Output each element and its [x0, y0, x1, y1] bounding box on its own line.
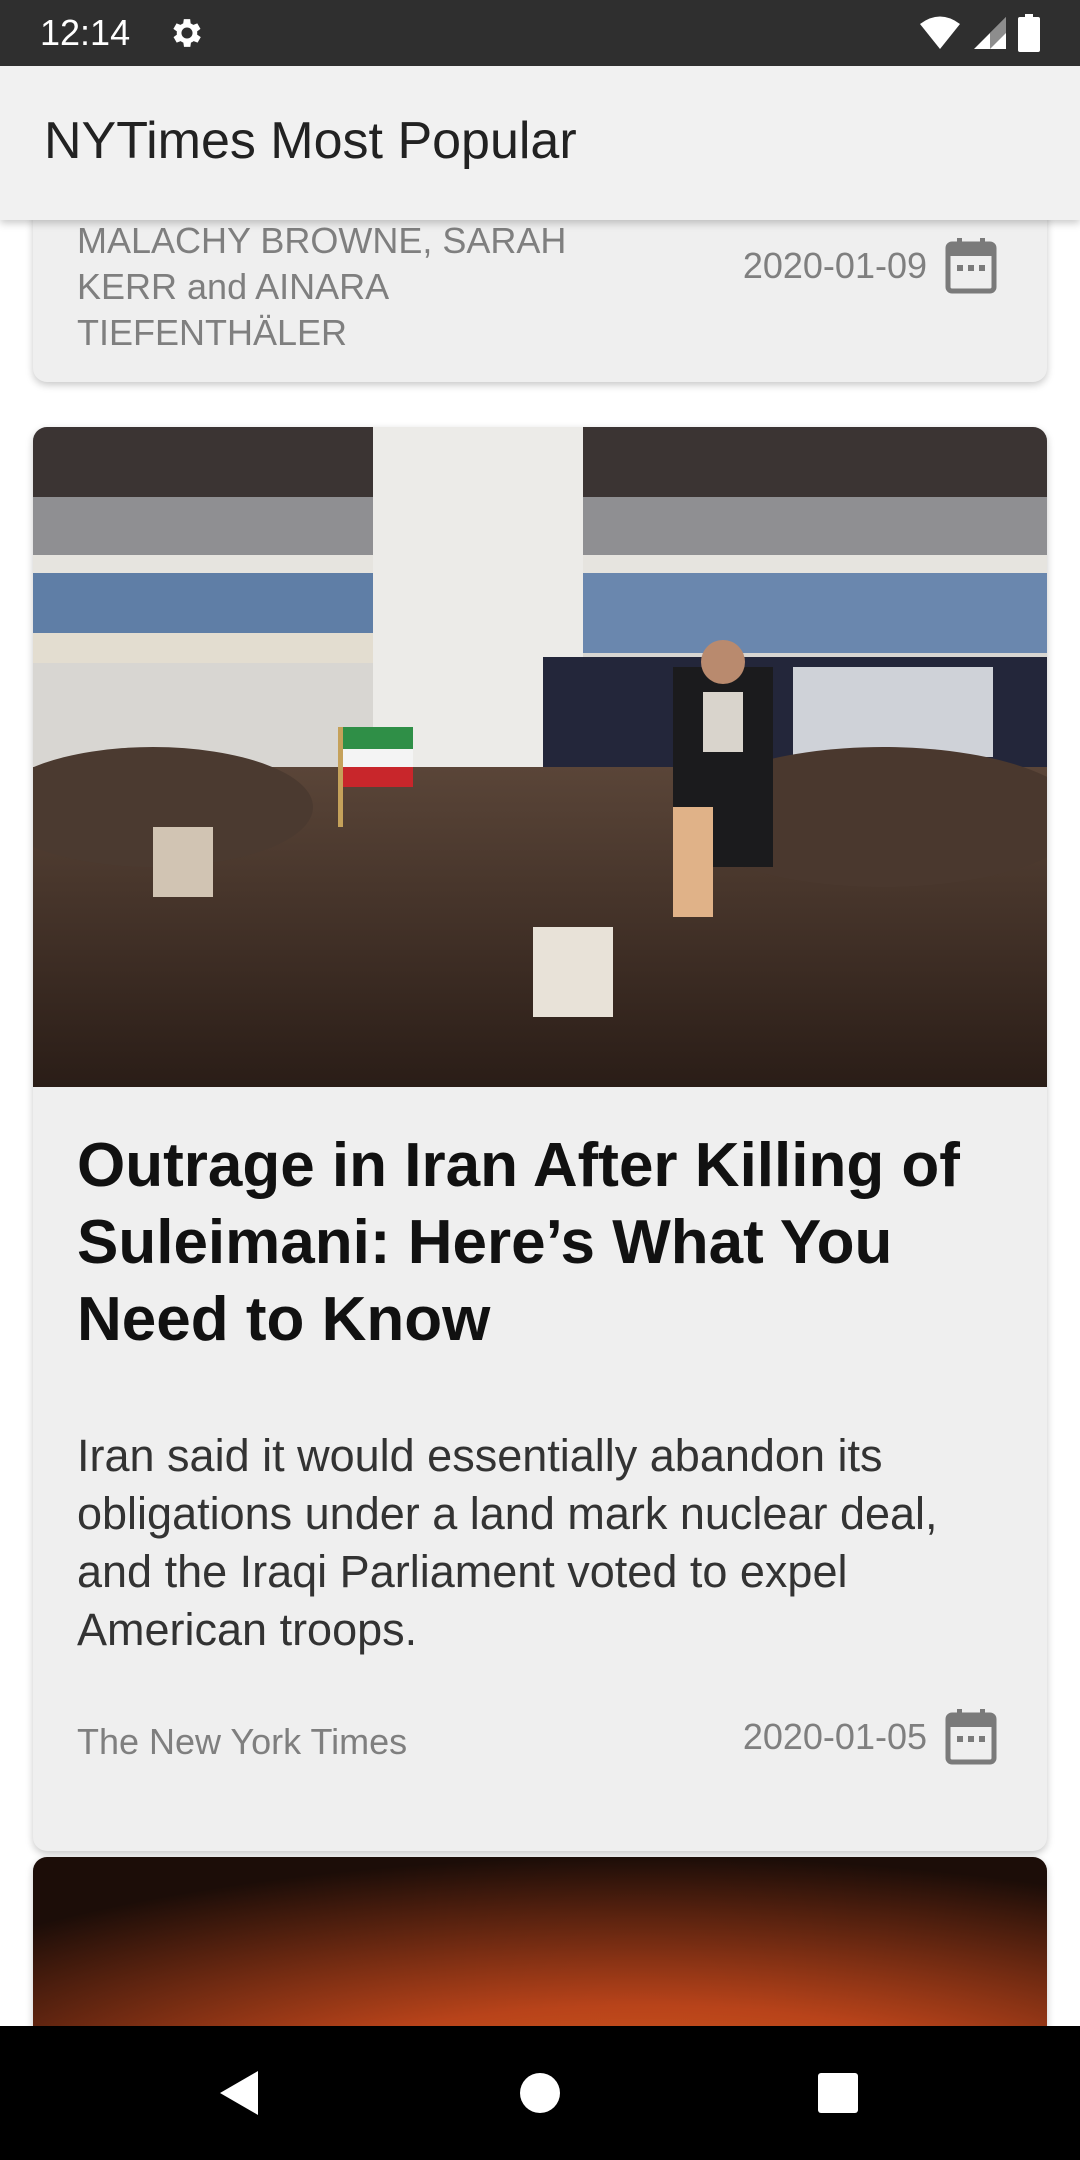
article-date-group: 2020-01-05 [743, 1709, 997, 1765]
article-abstract: Iran said it would essentially abandon i… [77, 1430, 938, 1655]
status-bar: 12:14 [0, 0, 1080, 66]
article-card[interactable]: Outrage in Iran After Killing of Suleima… [33, 427, 1047, 1851]
status-time: 12:14 [40, 12, 131, 53]
article-date: 2020-01-05 [742, 1716, 927, 1757]
screen: 12:14 NYTimes Most Popular MALACHY BROWN… [0, 0, 1080, 2160]
calendar-icon [945, 238, 997, 294]
article-card[interactable]: MALACHY BROWNE, SARAH KERR and AINARA TI… [33, 220, 1047, 382]
app-title: NYTimes Most Popular [44, 112, 577, 170]
battery-icon [1018, 14, 1040, 52]
status-icons [918, 14, 1040, 52]
article-list[interactable]: MALACHY BROWNE, SARAH KERR and AINARA TI… [0, 220, 1080, 2026]
article-byline: The New York Times [77, 1721, 408, 1762]
article-date-group: 2020-01-09 [743, 238, 997, 294]
app-bar: NYTimes Most Popular [0, 66, 1080, 220]
article-image[interactable] [33, 427, 1047, 1087]
article-title: Outrage in Iran After Killing of Suleima… [77, 1131, 960, 1354]
recents-icon[interactable] [778, 2026, 898, 2160]
signal-icon [974, 17, 1006, 49]
calendar-icon [945, 1709, 997, 1765]
back-icon[interactable] [180, 2026, 300, 2160]
gear-icon [173, 19, 201, 47]
article-image[interactable] [33, 1857, 1047, 2026]
wifi-icon [920, 16, 960, 49]
article-date: 2020-01-09 [742, 245, 927, 286]
article-card[interactable] [33, 1857, 1047, 2026]
navigation-bar [0, 2026, 1080, 2160]
article-byline: MALACHY BROWNE, SARAH KERR and AINARA TI… [77, 220, 567, 353]
home-icon[interactable] [480, 2026, 600, 2160]
